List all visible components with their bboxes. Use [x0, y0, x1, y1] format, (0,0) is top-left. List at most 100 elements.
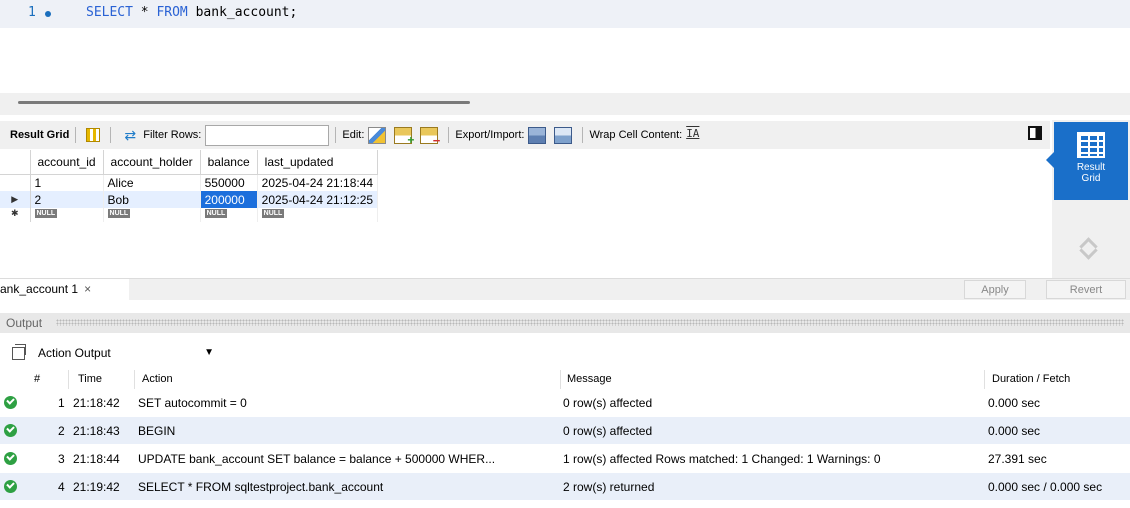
- row-indicator: [0, 174, 31, 191]
- toggle-panel-icon[interactable]: [1028, 126, 1042, 140]
- output-row[interactable]: 3 21:18:44 UPDATE bank_account SET balan…: [0, 445, 1130, 473]
- result-grid-icon: [1077, 132, 1105, 158]
- output-duration: 0.000 sec: [988, 396, 1041, 410]
- null-cell[interactable]: NULL: [103, 208, 201, 222]
- revert-button[interactable]: Revert: [1046, 280, 1126, 299]
- null-cell[interactable]: NULL: [257, 208, 379, 222]
- output-type-value: Action Output: [38, 346, 111, 360]
- row-indicator-header: [0, 150, 31, 175]
- column-header[interactable]: account_holder: [103, 150, 201, 175]
- result-side-panel: Result Grid: [1046, 120, 1130, 278]
- active-pointer-icon: [1046, 152, 1054, 168]
- result-grid: account_id account_holder balance last_u…: [0, 150, 447, 222]
- column-header[interactable]: account_id: [30, 150, 104, 175]
- output-duration: 0.000 sec / 0.000 sec: [988, 480, 1103, 494]
- editor-horizontal-scrollbar[interactable]: [18, 101, 470, 104]
- chevron-down-icon[interactable]: [1076, 250, 1100, 262]
- result-tab[interactable]: ank_account 1 ×: [0, 279, 129, 300]
- toolbar-separator: [582, 127, 584, 143]
- column-header-message[interactable]: Message: [567, 373, 612, 385]
- output-row[interactable]: 2 21:18:43 BEGIN 0 row(s) affected 0.000…: [0, 417, 1130, 445]
- table-cell[interactable]: 550000: [200, 174, 258, 191]
- sql-editor[interactable]: 1 SELECT * FROM bank_account;: [0, 0, 1130, 93]
- output-type-select[interactable]: Action Output ▼: [34, 342, 214, 364]
- sql-keyword: SELECT: [86, 5, 133, 20]
- filter-rows-label: Filter Rows:: [143, 129, 202, 141]
- success-check-icon: [4, 396, 17, 409]
- result-grid-button[interactable]: Result Grid: [1046, 122, 1128, 200]
- output-action: UPDATE bank_account SET balance = balanc…: [138, 452, 496, 466]
- output-message: 1 row(s) affected Rows matched: 1 Change…: [563, 452, 881, 466]
- selected-table-cell[interactable]: 200000: [200, 191, 258, 208]
- import-icon[interactable]: [554, 126, 573, 144]
- column-separator: [984, 370, 985, 389]
- wrap-cell-label: Wrap Cell Content:: [589, 129, 683, 141]
- sql-code[interactable]: SELECT * FROM bank_account;: [86, 5, 297, 20]
- wrap-cell-icon[interactable]: IA: [686, 127, 700, 144]
- new-row[interactable]: ✱ NULL NULL NULL NULL: [0, 208, 379, 222]
- statement-marker-icon: [45, 11, 51, 17]
- sql-token: *: [132, 5, 157, 20]
- column-separator: [134, 370, 135, 389]
- table-row[interactable]: 1 Alice 550000 2025-04-24 21:18:44: [0, 174, 379, 191]
- export-icon[interactable]: [528, 126, 547, 144]
- copy-icon[interactable]: [12, 343, 26, 360]
- null-cell[interactable]: NULL: [200, 208, 258, 222]
- drag-handle[interactable]: [56, 319, 1124, 326]
- output-message: 2 row(s) returned: [563, 480, 655, 494]
- edit-cell-icon[interactable]: [368, 126, 387, 144]
- column-header[interactable]: last_updated: [257, 150, 379, 175]
- column-header[interactable]: balance: [200, 150, 258, 175]
- export-import-label: Export/Import:: [455, 129, 525, 141]
- column-header-time[interactable]: Time: [78, 373, 102, 385]
- table-cell[interactable]: 1: [30, 174, 104, 191]
- success-check-icon: [4, 452, 17, 465]
- output-row[interactable]: 1 21:18:42 SET autocommit = 0 0 row(s) a…: [0, 389, 1130, 417]
- table-cell[interactable]: Bob: [103, 191, 201, 208]
- action-output-table: # Time Action Message Duration / Fetch 1…: [0, 370, 1130, 501]
- success-check-icon: [4, 480, 17, 493]
- table-cell[interactable]: 2: [30, 191, 104, 208]
- output-duration: 27.391 sec: [988, 452, 1047, 466]
- sql-keyword: FROM: [156, 5, 188, 20]
- result-tab-bar: ank_account 1 × Apply Revert: [0, 278, 1130, 300]
- output-selector-bar: Action Output ▼: [0, 341, 214, 365]
- output-action: SELECT * FROM sqltestproject.bank_accoun…: [138, 480, 384, 494]
- grid-view-icon[interactable]: [86, 128, 101, 142]
- output-action: BEGIN: [138, 424, 176, 438]
- edit-label: Edit:: [342, 129, 365, 141]
- result-toolbar: Result Grid ⇄ Filter Rows: Edit: Export/…: [0, 121, 1050, 149]
- result-grid-label: Result: [1076, 162, 1106, 173]
- table-cell[interactable]: 2025-04-24 21:12:25: [257, 191, 379, 208]
- column-header-num[interactable]: #: [34, 373, 40, 385]
- column-header-action[interactable]: Action: [142, 373, 173, 385]
- null-badge: NULL: [34, 209, 58, 218]
- result-tab-label: ank_account 1: [0, 282, 79, 296]
- add-row-icon[interactable]: [394, 126, 414, 147]
- column-header-duration[interactable]: Duration / Fetch: [992, 373, 1070, 385]
- output-time: 21:18:42: [73, 396, 120, 410]
- column-separator: [68, 370, 69, 389]
- selected-row-indicator-icon: ▶: [0, 191, 31, 208]
- null-cell[interactable]: NULL: [30, 208, 104, 222]
- output-num: 4: [58, 480, 65, 494]
- toolbar-separator: [335, 127, 337, 143]
- table-row[interactable]: ▶ 2 Bob 200000 2025-04-24 21:12:25: [0, 191, 379, 208]
- null-badge: NULL: [204, 209, 228, 218]
- output-row[interactable]: 4 21:19:42 SELECT * FROM sqltestproject.…: [0, 473, 1130, 501]
- apply-button[interactable]: Apply: [964, 280, 1026, 299]
- output-title: Output: [6, 316, 43, 330]
- delete-row-icon[interactable]: [420, 126, 440, 148]
- table-cell[interactable]: 2025-04-24 21:18:44: [257, 174, 379, 191]
- output-message: 0 row(s) affected: [563, 396, 653, 410]
- filter-rows-input[interactable]: [205, 124, 330, 146]
- refresh-arrows-icon[interactable]: ⇄: [121, 127, 139, 144]
- editor-scroll-track: [0, 93, 1130, 115]
- table-cell[interactable]: Alice: [103, 174, 201, 191]
- output-duration: 0.000 sec: [988, 424, 1041, 438]
- sql-token: bank_account;: [187, 5, 298, 20]
- close-icon[interactable]: ×: [84, 282, 91, 296]
- result-grid-tab[interactable]: Result Grid: [10, 129, 69, 141]
- chevron-down-icon: ▼: [204, 347, 214, 358]
- line-number: 1: [28, 5, 36, 20]
